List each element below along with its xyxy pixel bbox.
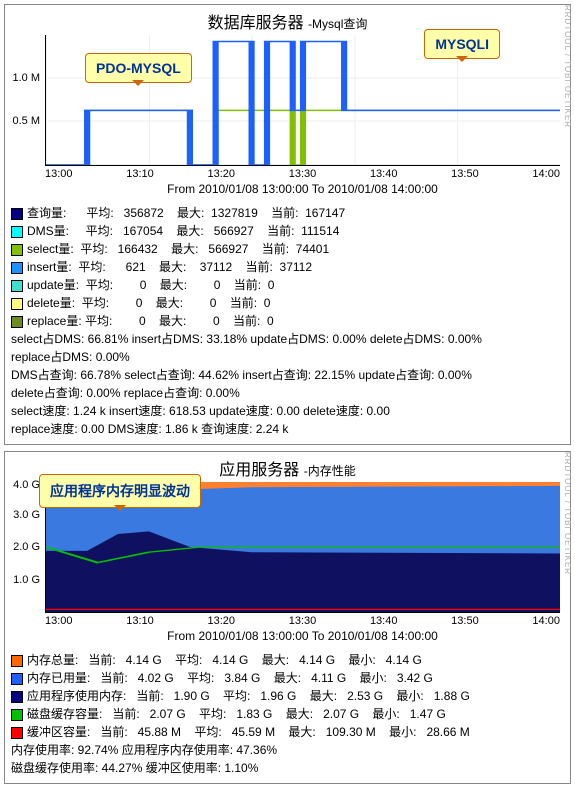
legend-row: 缓冲区容量: 当前: 45.88 M 平均: 45.59 M 最大: 109.3… (11, 723, 564, 741)
db-server-panel: 数据库服务器 -Mysql查询 PDO-MYSQL MYSQLI 0.5 M 1… (4, 4, 571, 445)
legend-row: replace量: 平均: 0 最大: 0 当前: 0 (11, 312, 564, 330)
swatch (11, 298, 23, 310)
swatch (11, 226, 23, 238)
legend-extra: delete占查询: 0.00% replace占查询: 0.00% (11, 384, 564, 402)
legend-extra: select占DMS: 66.81% insert占DMS: 33.18% up… (11, 330, 564, 348)
panel2-x-axis: 13:00 13:10 13:20 13:30 13:40 13:50 14:0… (45, 615, 560, 627)
rrdtool-credit: RRDTOOL / TOBI OETIKER (563, 5, 572, 444)
legend-extra: replace速度: 0.00 DMS速度: 1.86 k 查询速度: 2.24… (11, 420, 564, 438)
panel1-title: 数据库服务器 (208, 15, 304, 32)
legend-extra: DMS占查询: 66.78% select占查询: 44.62% insert占… (11, 366, 564, 384)
legend-row: 内存总量: 当前: 4.14 G 平均: 4.14 G 最大: 4.14 G 最… (11, 651, 564, 669)
panel1-range: From 2010/01/08 13:00:00 To 2010/01/08 1… (45, 182, 560, 196)
legend-row: insert量: 平均: 621 最大: 37112 当前: 37112 (11, 258, 564, 276)
swatch (11, 244, 23, 256)
panel1-chart: PDO-MYSQL MYSQLI 0.5 M 1.0 M 13:00 13:10… (45, 35, 560, 196)
callout-mysqli: MYSQLI (424, 29, 500, 59)
legend-extra: select速度: 1.24 k insert速度: 618.53 update… (11, 402, 564, 420)
panel1-subtitle: -Mysql查询 (308, 17, 367, 31)
panel1-y-axis: 0.5 M 1.0 M (12, 35, 42, 165)
legend-row: delete量: 平均: 0 最大: 0 当前: 0 (11, 294, 564, 312)
swatch (11, 262, 23, 274)
swatch (11, 691, 23, 703)
swatch (11, 316, 23, 328)
legend-row: DMS量: 平均: 167054 最大: 566927 当前: 111514 (11, 222, 564, 240)
legend-extra: replace占DMS: 0.00% (11, 348, 564, 366)
legend-extra: 内存使用率: 92.74% 应用程序内存使用率: 47.36% (11, 741, 564, 759)
legend-row: select量: 平均: 166432 最大: 566927 当前: 74401 (11, 240, 564, 258)
swatch (11, 709, 23, 721)
swatch (11, 673, 23, 685)
panel2-subtitle: -内存性能 (304, 464, 356, 478)
panel2-legend: 内存总量: 当前: 4.14 G 平均: 4.14 G 最大: 4.14 G 最… (11, 651, 564, 777)
panel1-legend: 查询量: 平均: 356872 最大: 1327819 当前: 167147DM… (11, 204, 564, 438)
panel2-y-axis: 1.0 G 2.0 G 3.0 G 4.0 G (12, 482, 42, 612)
panel2-chart: 应用程序内存明显波动 1.0 G 2.0 G 3.0 G 4.0 G (45, 482, 560, 643)
callout-pdo-mysql: PDO-MYSQL (85, 53, 192, 83)
legend-row: 查询量: 平均: 356872 最大: 1327819 当前: 167147 (11, 204, 564, 222)
legend-extra: 磁盘缓存使用率: 44.27% 缓冲区使用率: 1.10% (11, 759, 564, 777)
rrdtool-credit-2: RRDTOOL / TOBI OETIKER (563, 452, 572, 783)
legend-row: 应用程序使用内存: 当前: 1.90 G 平均: 1.96 G 最大: 2.53… (11, 687, 564, 705)
swatch (11, 280, 23, 292)
swatch (11, 655, 23, 667)
swatch (11, 208, 23, 220)
panel2-title: 应用服务器 (219, 462, 299, 479)
panel2-range: From 2010/01/08 13:00:00 To 2010/01/08 1… (45, 629, 560, 643)
legend-row: 内存已用量: 当前: 4.02 G 平均: 3.84 G 最大: 4.11 G … (11, 669, 564, 687)
app-server-panel: 应用服务器 -内存性能 应用程序内存明显波动 1.0 G 2.0 G 3.0 G… (4, 451, 571, 784)
callout-mem-fluctuation: 应用程序内存明显波动 (39, 474, 201, 508)
swatch (11, 727, 23, 739)
legend-row: update量: 平均: 0 最大: 0 当前: 0 (11, 276, 564, 294)
legend-row: 磁盘缓存容量: 当前: 2.07 G 平均: 1.83 G 最大: 2.07 G… (11, 705, 564, 723)
panel1-x-axis: 13:00 13:10 13:20 13:30 13:40 13:50 14:0… (45, 168, 560, 180)
